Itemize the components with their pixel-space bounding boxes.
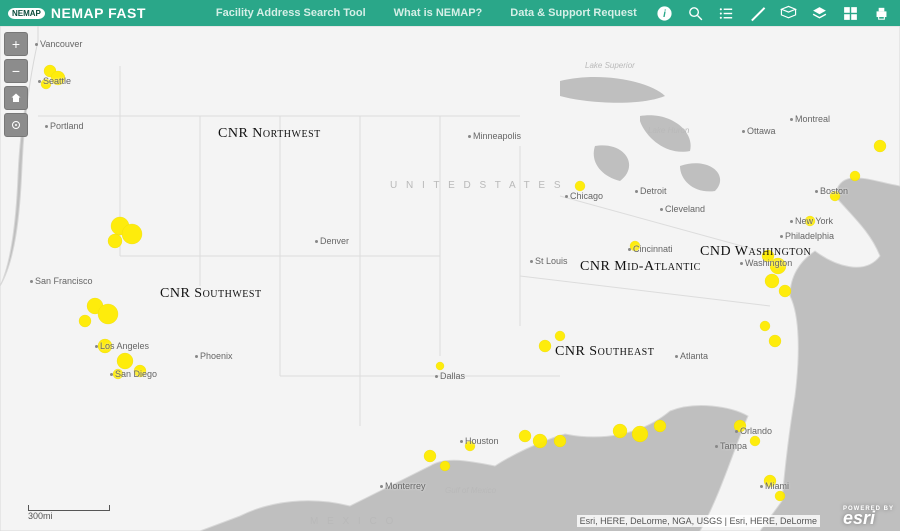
scale-bar: 300mi bbox=[28, 505, 110, 521]
esri-logo: POWERED BY esri bbox=[843, 506, 894, 529]
link-fast[interactable]: Facility Address Search Tool bbox=[216, 7, 366, 19]
city-tampa: Tampa bbox=[715, 441, 747, 451]
city-dallas: Dallas bbox=[435, 371, 465, 381]
city-washington: Washington bbox=[740, 258, 792, 268]
gulf-mexico: Gulf of Mexico bbox=[445, 486, 496, 495]
city-philadelphia: Philadelphia bbox=[780, 231, 834, 241]
city-atlanta: Atlanta bbox=[675, 351, 708, 361]
city-vancouver: Vancouver bbox=[35, 39, 82, 49]
link-support[interactable]: Data & Support Request bbox=[510, 7, 637, 19]
info-icon[interactable]: i bbox=[656, 5, 673, 22]
top-bar: NEMAP NEMAP FAST Facility Address Search… bbox=[0, 0, 900, 26]
basemap-icon[interactable] bbox=[842, 5, 859, 22]
city-orlando: Orlando bbox=[735, 426, 772, 436]
print-icon[interactable] bbox=[873, 5, 890, 22]
city-denver: Denver bbox=[315, 236, 349, 246]
city-newyork: New York bbox=[790, 216, 833, 226]
city-montreal: Montreal bbox=[790, 114, 830, 124]
logo-badge: NEMAP bbox=[8, 8, 45, 19]
region-se: CNR Southeast bbox=[555, 344, 654, 360]
country-mx: M E X I C O bbox=[310, 516, 396, 527]
city-minneapolis: Minneapolis bbox=[468, 131, 521, 141]
zoom-out-button[interactable]: − bbox=[4, 59, 28, 83]
region-nw: CNR Northwest bbox=[218, 126, 321, 142]
city-cleveland: Cleveland bbox=[660, 204, 705, 214]
locate-button[interactable] bbox=[4, 113, 28, 137]
link-what[interactable]: What is NEMAP? bbox=[394, 7, 483, 19]
map-controls: + − bbox=[4, 32, 28, 137]
city-phoenix: Phoenix bbox=[195, 351, 233, 361]
measure-icon[interactable] bbox=[749, 5, 766, 22]
city-boston: Boston bbox=[815, 186, 848, 196]
city-cincinnati: Cincinnati bbox=[628, 244, 673, 254]
city-la: Los Angeles bbox=[95, 341, 149, 351]
city-sanfran: San Francisco bbox=[30, 276, 93, 286]
city-miami: Miami bbox=[760, 481, 789, 491]
lake-superior: Lake Superior bbox=[585, 61, 635, 70]
city-seattle: Seattle bbox=[38, 76, 71, 86]
app-title: NEMAP FAST bbox=[51, 5, 146, 21]
search-icon[interactable] bbox=[687, 5, 704, 22]
city-houston: Houston bbox=[460, 436, 499, 446]
region-ma: CNR Mid-Atlantic bbox=[580, 259, 701, 275]
city-detroit: Detroit bbox=[635, 186, 667, 196]
zoom-in-button[interactable]: + bbox=[4, 32, 28, 56]
city-monterrey: Monterrey bbox=[380, 481, 426, 491]
map-canvas[interactable]: CNR Northwest CNR Southwest CNR Southeas… bbox=[0, 26, 900, 531]
facility-clusters bbox=[0, 26, 900, 531]
nav-links: Facility Address Search Tool What is NEM… bbox=[216, 7, 637, 19]
bookmark-icon[interactable] bbox=[780, 5, 797, 22]
layers-icon[interactable] bbox=[811, 5, 828, 22]
attribution: Esri, HERE, DeLorme, NGA, USGS | Esri, H… bbox=[577, 515, 820, 527]
city-portland: Portland bbox=[45, 121, 84, 131]
city-stlouis: St Louis bbox=[530, 256, 568, 266]
city-sandiego: San Diego bbox=[110, 369, 157, 379]
city-chicago: Chicago bbox=[565, 191, 603, 201]
app-logo: NEMAP NEMAP FAST bbox=[8, 5, 146, 21]
lake-huron: Lake Huron bbox=[648, 126, 689, 135]
region-sw: CNR Southwest bbox=[160, 286, 262, 302]
list-icon[interactable] bbox=[718, 5, 735, 22]
svg-text:i: i bbox=[663, 9, 666, 20]
city-ottawa: Ottawa bbox=[742, 126, 776, 136]
toolbar: i bbox=[656, 5, 890, 22]
home-button[interactable] bbox=[4, 86, 28, 110]
country-us: U N I T E D S T A T E S bbox=[390, 181, 564, 191]
